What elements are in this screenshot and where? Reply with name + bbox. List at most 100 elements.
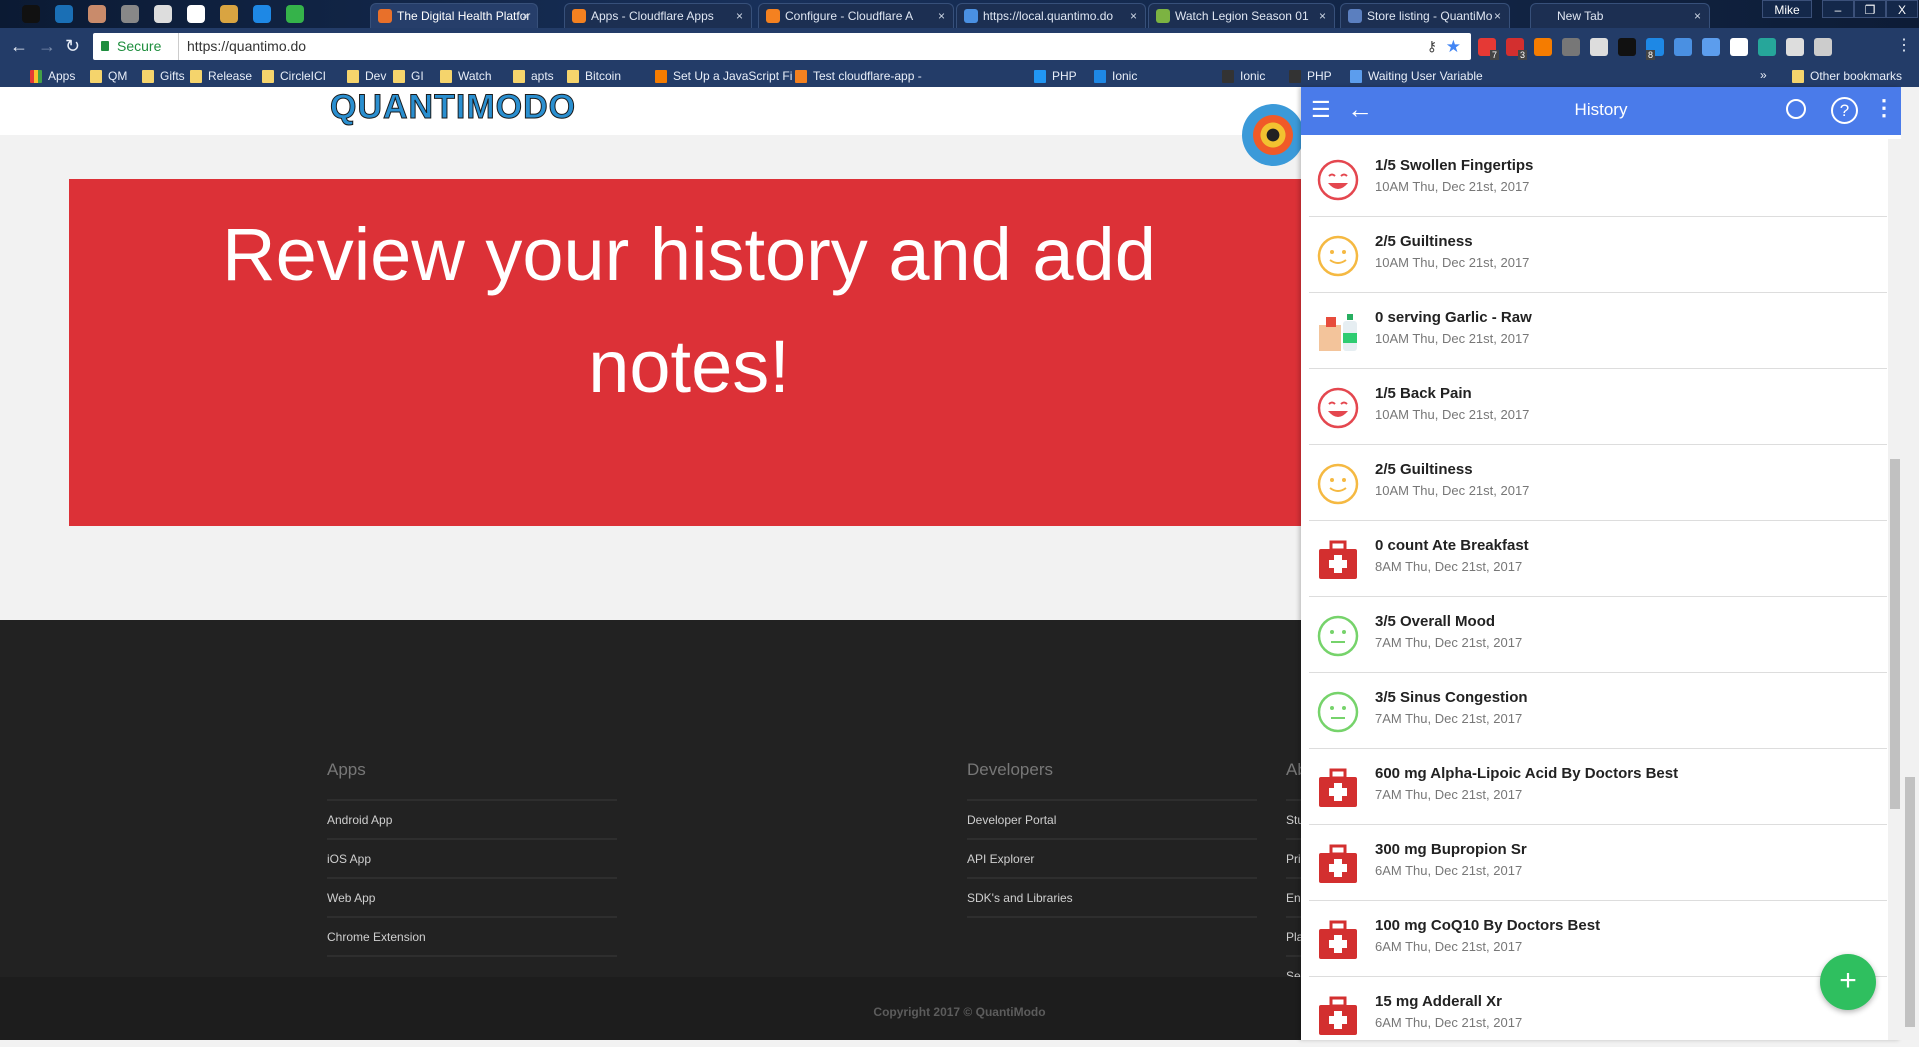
forward-button[interactable]: → <box>38 36 56 56</box>
bookmark[interactable]: Ionic <box>1222 68 1265 84</box>
extension-icon[interactable] <box>1786 38 1804 56</box>
bookmark[interactable]: CircleICI <box>262 68 326 84</box>
tab-close-icon[interactable]: × <box>1494 4 1501 28</box>
bookmark[interactable]: QM <box>90 68 127 84</box>
page-scrollbar-thumb[interactable] <box>1905 777 1915 1027</box>
history-item[interactable]: 600 mg Alpha-Lipoic Acid By Doctors Best… <box>1309 749 1887 825</box>
browser-tab[interactable]: Store listing - QuantiMo × <box>1340 3 1510 28</box>
history-item[interactable]: 2/5 Guiltiness 10AM Thu, Dec 21st, 2017 <box>1309 217 1887 293</box>
pinned-tab[interactable] <box>55 5 73 23</box>
close-window-button[interactable]: X <box>1886 0 1918 18</box>
bookmark[interactable]: apts <box>513 68 554 84</box>
bookmark[interactable]: GI <box>393 68 424 84</box>
minimize-button[interactable]: – <box>1822 0 1854 18</box>
history-item[interactable]: 15 mg Adderall Xr 6AM Thu, Dec 21st, 2017 <box>1309 977 1887 1040</box>
browser-tab[interactable]: Watch Legion Season 01 × <box>1148 3 1335 28</box>
bookmark[interactable]: Apps <box>30 68 75 84</box>
other-bookmarks[interactable]: Other bookmarks <box>1792 68 1902 84</box>
extension-icon[interactable] <box>1674 38 1692 56</box>
bookmark[interactable]: Gifts <box>142 68 185 84</box>
pinned-tab[interactable] <box>121 5 139 23</box>
extension-icon[interactable] <box>1618 38 1636 56</box>
tab-close-icon[interactable]: × <box>522 4 529 28</box>
footer-link[interactable]: Chrome Extension <box>327 918 617 957</box>
history-item[interactable]: 300 mg Bupropion Sr 6AM Thu, Dec 21st, 20… <box>1309 825 1887 901</box>
history-item[interactable]: 3/5 Overall Mood 7AM Thu, Dec 21st, 2017 <box>1309 597 1887 673</box>
history-item[interactable]: 0 serving Garlic - Raw 10AM Thu, Dec 21st… <box>1309 293 1887 369</box>
page-scrollbar[interactable] <box>1901 87 1919 1040</box>
history-item[interactable]: 0 count Ate Breakfast 8AM Thu, Dec 21st, … <box>1309 521 1887 597</box>
history-item[interactable]: 1/5 Swollen Fingertips 10AM Thu, Dec 21st… <box>1309 141 1887 217</box>
footer-link[interactable]: Web App <box>327 879 617 918</box>
pinned-tab[interactable] <box>253 5 271 23</box>
history-item-title: 15 mg Adderall Xr <box>1375 993 1502 1010</box>
address-bar[interactable]: Secure https://quantimo.do ⚷ ★ <box>93 33 1471 60</box>
tab-close-icon[interactable]: × <box>1130 4 1137 28</box>
reload-button[interactable]: ↻ <box>65 36 80 56</box>
extension-badge: 3 <box>1518 50 1528 60</box>
bookmarks-overflow-icon[interactable]: » <box>1760 68 1767 82</box>
footer-link[interactable]: SDK's and Libraries <box>967 879 1257 918</box>
history-item[interactable]: 2/5 Guiltiness 10AM Thu, Dec 21st, 2017 <box>1309 445 1887 521</box>
history-item[interactable]: 1/5 Back Pain 10AM Thu, Dec 21st, 2017 <box>1309 369 1887 445</box>
bookmark[interactable]: Waiting User Variable <box>1350 68 1483 84</box>
extension-icon[interactable] <box>1534 38 1552 56</box>
bookmark[interactable]: Set Up a JavaScript Fi <box>655 68 792 84</box>
footer-link[interactable]: API Explorer <box>967 840 1257 879</box>
history-item[interactable]: 100 mg CoQ10 By Doctors Best 6AM Thu, Dec… <box>1309 901 1887 977</box>
footer-link[interactable]: Android App <box>327 801 617 840</box>
history-item-time: 7AM Thu, Dec 21st, 2017 <box>1375 635 1523 650</box>
browser-tab[interactable]: https://local.quantimo.do × <box>956 3 1146 28</box>
browser-tab[interactable]: The Digital Health Platfor × <box>370 3 538 28</box>
site-logo[interactable]: QUANTIMODO <box>329 87 576 127</box>
footer-links: Android App iOS App Web App Chrome Extensio… <box>327 799 617 957</box>
bookmark[interactable]: Dev <box>347 68 386 84</box>
tab-close-icon[interactable]: × <box>1694 4 1701 28</box>
extension-icon[interactable] <box>1758 38 1776 56</box>
history-item[interactable]: 3/5 Sinus Congestion 7AM Thu, Dec 21st, 2… <box>1309 673 1887 749</box>
browser-tab[interactable]: Configure - Cloudflare A × <box>758 3 954 28</box>
bookmark[interactable]: PHP <box>1289 68 1332 84</box>
panel-scrollbar[interactable] <box>1888 139 1901 1040</box>
footer-link[interactable]: Developer Portal <box>967 801 1257 840</box>
bookmark[interactable]: PHP <box>1034 68 1077 84</box>
lock-icon <box>101 41 109 51</box>
tab-title: The Digital Health Platfor <box>397 9 531 23</box>
help-icon[interactable]: ? <box>1831 97 1858 124</box>
extension-icon[interactable] <box>1562 38 1580 56</box>
profile-button[interactable]: Mike <box>1762 0 1812 18</box>
pinned-tab[interactable] <box>286 5 304 23</box>
tab-close-icon[interactable]: × <box>736 4 743 28</box>
history-item-title: 2/5 Guiltiness <box>1375 461 1473 478</box>
extension-icon[interactable] <box>1702 38 1720 56</box>
bookmark[interactable]: Test cloudflare-app - <box>795 68 922 84</box>
star-icon[interactable]: ★ <box>1446 33 1461 60</box>
tab-close-icon[interactable]: × <box>938 4 945 28</box>
footer-link[interactable]: iOS App <box>327 840 617 879</box>
history-item-title: 600 mg Alpha-Lipoic Acid By Doctors Best <box>1375 765 1679 782</box>
menu-icon[interactable]: ⋮ <box>1896 36 1912 56</box>
pinned-tab[interactable] <box>154 5 172 23</box>
bookmark[interactable]: Release <box>190 68 252 84</box>
key-icon[interactable]: ⚷ <box>1427 33 1437 60</box>
browser-tab[interactable]: Apps - Cloudflare Apps × <box>564 3 752 28</box>
back-button[interactable]: ← <box>10 36 28 56</box>
bookmark[interactable]: Bitcoin <box>567 68 621 84</box>
bookmark[interactable]: Watch <box>440 68 492 84</box>
panel-scrollbar-thumb[interactable] <box>1890 459 1900 809</box>
pinned-tab[interactable] <box>187 5 205 23</box>
pinned-tab[interactable] <box>88 5 106 23</box>
restore-button[interactable]: ❐ <box>1854 0 1886 18</box>
more-options-icon[interactable]: ⋮ <box>1873 95 1895 121</box>
target-logo-icon[interactable] <box>1242 104 1304 166</box>
search-icon[interactable] <box>1786 99 1806 119</box>
extension-icon[interactable] <box>1730 38 1748 56</box>
extension-icon[interactable] <box>1814 38 1832 56</box>
extension-icon[interactable] <box>1590 38 1608 56</box>
add-measurement-button[interactable]: + <box>1820 954 1876 1010</box>
bookmark[interactable]: Ionic <box>1094 68 1137 84</box>
browser-tab[interactable]: New Tab × <box>1530 3 1710 28</box>
pinned-tab[interactable] <box>22 5 40 23</box>
pinned-tab[interactable] <box>220 5 238 23</box>
tab-close-icon[interactable]: × <box>1319 4 1326 28</box>
